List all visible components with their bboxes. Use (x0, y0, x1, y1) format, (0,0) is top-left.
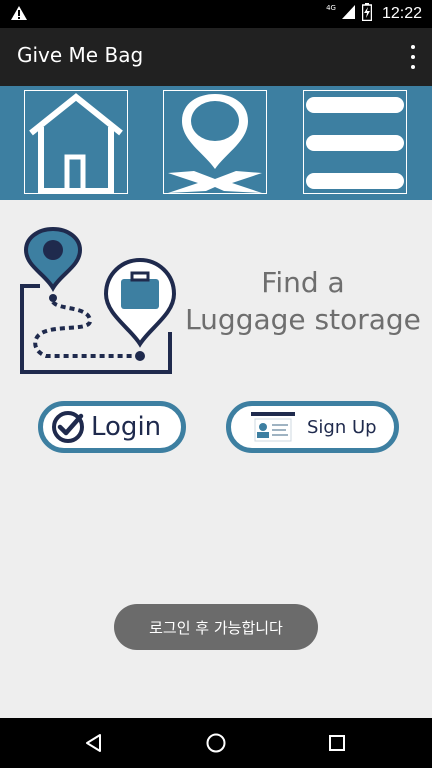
login-label: Login (91, 412, 162, 442)
signup-button[interactable]: Sign Up (226, 401, 399, 453)
network-type-label: 4G (326, 4, 336, 12)
toast-text: 로그인 후 가능합니다 (149, 618, 283, 637)
app-bar: Give Me Bag (0, 28, 432, 86)
warning-icon (10, 5, 28, 25)
login-button[interactable]: Login (38, 401, 186, 453)
menu-icon (306, 97, 404, 189)
home-icon (29, 93, 123, 194)
hero-line-1: Find a (261, 266, 345, 299)
back-button[interactable] (64, 718, 124, 768)
luggage-route-icon (18, 226, 180, 380)
toast-message: 로그인 후 가능합니다 (114, 604, 318, 650)
home-circle-icon (206, 733, 226, 753)
hero-headline: Find a Luggage storage (180, 264, 426, 338)
menu-tile-button[interactable] (303, 90, 407, 194)
id-card-icon (251, 412, 295, 442)
home-tile-button[interactable] (24, 90, 128, 194)
overflow-menu-icon (411, 45, 415, 49)
back-icon (86, 734, 101, 752)
app-title: Give Me Bag (17, 43, 144, 67)
status-bar: 4G 12:22 (0, 0, 432, 28)
home-nav-button[interactable] (186, 718, 246, 768)
check-circle-icon (52, 411, 84, 443)
status-time: 12:22 (381, 5, 422, 22)
signal-icon (341, 4, 356, 24)
map-pin-icon (168, 94, 262, 193)
nav-tile-bar (0, 86, 432, 200)
hero-line-2: Luggage storage (185, 303, 421, 336)
recents-icon (329, 735, 345, 751)
recents-button[interactable] (307, 718, 367, 768)
system-nav-bar (0, 718, 432, 768)
overflow-menu-button[interactable] (408, 44, 418, 70)
signup-label: Sign Up (307, 416, 377, 438)
map-tile-button[interactable] (163, 90, 267, 194)
battery-charging-icon (361, 3, 373, 25)
